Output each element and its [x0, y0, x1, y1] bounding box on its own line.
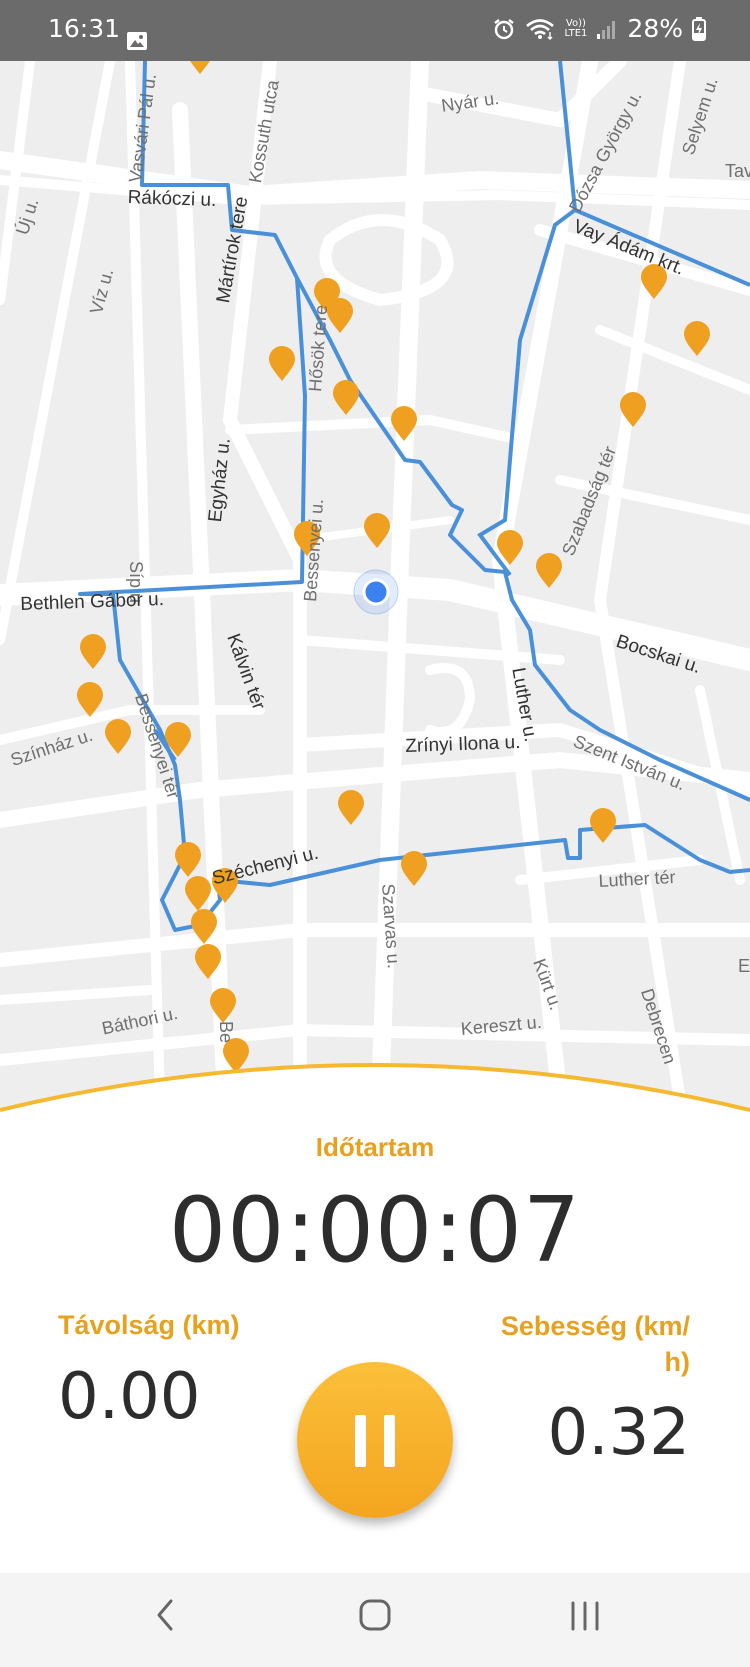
speed-label: Sebesség (km/ h) — [500, 1311, 690, 1377]
street-label: Rákóczi u. — [127, 187, 217, 212]
back-button[interactable] — [135, 1595, 195, 1645]
wifi-icon — [526, 18, 555, 40]
duration-value: 00:00:07 — [168, 1178, 582, 1283]
current-location-marker — [353, 569, 399, 615]
recents-icon — [571, 1601, 599, 1631]
distance-label: Távolság (km) — [58, 1310, 240, 1340]
street-label: Zrínyi Ilona u. — [405, 731, 521, 757]
image-icon — [127, 32, 147, 50]
status-bar: 16:31 Vo)) LTE1 28% — [0, 0, 750, 61]
battery-percent: 28% — [627, 14, 683, 43]
duration-label: Időtartam — [315, 1132, 435, 1162]
pause-button[interactable] — [297, 1362, 453, 1518]
street-label: E — [738, 956, 750, 976]
map-streets — [0, 61, 750, 1109]
status-time: 16:31 — [48, 14, 121, 43]
home-icon — [359, 1599, 391, 1631]
street-label: Luther tér — [598, 866, 676, 891]
distance-value: 0.00 — [58, 1360, 201, 1434]
speed-value: 0.32 — [547, 1396, 691, 1470]
workout-panel: Időtartam 00:00:07 Távolság (km) 0.00 Se… — [0, 1060, 750, 1573]
street-label: Be — [216, 1021, 236, 1044]
system-nav-bar — [0, 1573, 750, 1667]
network-type: Vo)) LTE1 — [564, 17, 588, 39]
map-view[interactable]: Vasvári Pál u. Kossuth utca Nyár u. Dózs… — [0, 61, 750, 1111]
alarm-icon — [494, 18, 515, 39]
recents-button[interactable] — [555, 1595, 615, 1645]
back-icon — [157, 1599, 173, 1631]
battery-charging-icon — [692, 16, 706, 41]
signal-icon — [597, 20, 616, 39]
home-button[interactable] — [345, 1595, 405, 1645]
street-label: Tav — [725, 161, 750, 181]
